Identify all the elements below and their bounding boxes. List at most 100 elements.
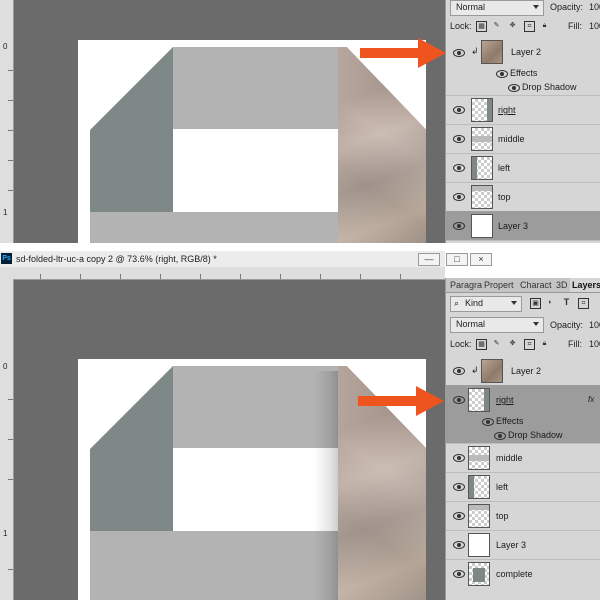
- top-layer-row-layer-3[interactable]: Layer 3: [446, 211, 600, 241]
- tab-paragraph[interactable]: Paragra: [448, 278, 484, 292]
- eye-icon[interactable]: [496, 70, 508, 78]
- bottom-complete-thumbnail: [468, 562, 490, 586]
- top-right-name[interactable]: right: [498, 105, 516, 115]
- top-fill-value[interactable]: 100: [589, 21, 600, 31]
- lock-move-icon[interactable]: ✥: [508, 21, 517, 30]
- bottom-opacity-label: Opacity:: [550, 320, 584, 330]
- bottom-right-name[interactable]: right: [496, 395, 514, 405]
- minimize-button[interactable]: —: [418, 253, 440, 266]
- bottom-top-name[interactable]: top: [496, 511, 509, 521]
- top-drop-shadow-label[interactable]: Drop Shadow: [522, 82, 577, 92]
- eye-icon[interactable]: [453, 164, 465, 172]
- bottom-kind-filter-dropdown[interactable]: ⌕ Kind: [450, 296, 522, 312]
- tab-properties[interactable]: Propert: [482, 278, 516, 292]
- top-effects-label[interactable]: Effects: [510, 68, 537, 78]
- eye-icon[interactable]: [453, 396, 465, 404]
- eye-icon[interactable]: [453, 541, 465, 549]
- top-lock-label: Lock:: [450, 21, 472, 31]
- eye-icon[interactable]: [453, 106, 465, 114]
- eye-icon[interactable]: [453, 49, 465, 57]
- eye-icon[interactable]: [494, 432, 506, 440]
- adjust-filter-icon[interactable]: ◐: [546, 298, 555, 307]
- bottom-top-thumbnail: [468, 504, 490, 528]
- eye-icon[interactable]: [453, 135, 465, 143]
- top-top-name[interactable]: top: [498, 192, 511, 202]
- top-pointer-arrow: [360, 38, 446, 68]
- pixel-filter-icon[interactable]: ▣: [530, 298, 541, 309]
- chain-link-icon: ↲: [471, 365, 479, 375]
- type-filter-icon[interactable]: T: [562, 298, 571, 307]
- top-left-name[interactable]: left: [498, 163, 510, 173]
- eye-icon[interactable]: [453, 512, 465, 520]
- bottom-blend-mode-dropdown[interactable]: Normal: [450, 317, 544, 333]
- maximize-button[interactable]: □: [446, 253, 468, 266]
- bottom-complete-name[interactable]: complete: [496, 569, 533, 579]
- top-document-canvas[interactable]: [78, 40, 426, 243]
- bottom-vertical-ruler: 0 1: [0, 279, 14, 600]
- top-layer-3-name[interactable]: Layer 3: [498, 221, 528, 231]
- bottom-effects-label[interactable]: Effects: [496, 416, 523, 426]
- top-layer-2-name[interactable]: Layer 2: [511, 47, 541, 57]
- eye-icon[interactable]: [508, 84, 520, 92]
- bottom-opacity-value[interactable]: 100: [589, 320, 600, 330]
- bottom-layer-row-layer-2[interactable]: ↲ Layer 2: [446, 356, 600, 386]
- top-layer-row-top[interactable]: top: [446, 182, 600, 212]
- bottom-fill-value[interactable]: 100: [589, 339, 600, 349]
- lock-transparency-icon[interactable]: ▦: [476, 21, 487, 32]
- top-right-thumbnail: [471, 98, 493, 122]
- top-left-fold-shape: [90, 47, 173, 212]
- top-layer-row-layer-2[interactable]: ↲ Layer 2 Effects Drop Shadow: [446, 35, 600, 96]
- eye-icon[interactable]: [482, 418, 494, 426]
- bottom-drop-shadow-label[interactable]: Drop Shadow: [508, 430, 563, 440]
- lock-paint-icon[interactable]: ✎: [492, 339, 501, 348]
- bottom-layer-row-left[interactable]: left: [446, 472, 600, 502]
- top-blend-mode-dropdown[interactable]: Normal: [450, 0, 544, 16]
- eye-icon[interactable]: [453, 222, 465, 230]
- bottom-layer-row-right[interactable]: right fx Effects Drop Shadow: [446, 385, 600, 444]
- tab-layers[interactable]: Layers: [570, 278, 600, 292]
- bottom-left-name[interactable]: left: [496, 482, 508, 492]
- top-top-thumbnail: [471, 185, 493, 209]
- eye-icon[interactable]: [453, 193, 465, 201]
- separator: [0, 243, 600, 251]
- bottom-layer-row-complete[interactable]: complete: [446, 559, 600, 588]
- eye-icon[interactable]: [453, 367, 465, 375]
- bottom-left-thumbnail: [468, 475, 490, 499]
- bottom-layer-row-middle[interactable]: middle: [446, 443, 600, 473]
- bottom-pointer-arrow: [358, 386, 444, 416]
- bottom-middle-name[interactable]: middle: [496, 453, 523, 463]
- bottom-layer-3-name[interactable]: Layer 3: [496, 540, 526, 550]
- top-ruler-mark-1: 1: [3, 208, 8, 217]
- top-layer-row-right[interactable]: right: [446, 95, 600, 125]
- bottom-panel-tabs: Paragra Propert Charact 3D Layers: [446, 278, 600, 293]
- top-opacity-label: Opacity:: [550, 2, 584, 12]
- top-blend-mode-value: Normal: [456, 2, 486, 12]
- close-button[interactable]: ×: [470, 253, 492, 266]
- fx-icon: fx: [588, 395, 595, 404]
- top-middle-name[interactable]: middle: [498, 134, 525, 144]
- tab-3d[interactable]: 3D: [554, 278, 570, 292]
- eye-icon[interactable]: [453, 454, 465, 462]
- chain-link-icon: ↲: [471, 46, 479, 56]
- top-layer-row-left[interactable]: left: [446, 153, 600, 183]
- tab-character[interactable]: Charact: [518, 278, 554, 292]
- shape-filter-icon[interactable]: ⌗: [578, 298, 589, 309]
- lock-move-icon[interactable]: ✥: [508, 339, 517, 348]
- bottom-layer-row-layer-3[interactable]: Layer 3: [446, 530, 600, 560]
- bottom-layer-2-name[interactable]: Layer 2: [511, 366, 541, 376]
- eye-icon[interactable]: [453, 483, 465, 491]
- lock-artboard-icon[interactable]: ⌗: [524, 339, 535, 350]
- bottom-layer-row-top[interactable]: top: [446, 501, 600, 531]
- bottom-left-fold-shape: [90, 366, 173, 531]
- lock-all-icon[interactable]: 🔒︎: [540, 21, 549, 30]
- lock-all-icon[interactable]: 🔒︎: [540, 339, 549, 348]
- top-opacity-value[interactable]: 100: [589, 2, 600, 12]
- top-layer-row-middle[interactable]: middle: [446, 124, 600, 154]
- bottom-layer-2-thumbnail: [481, 359, 503, 383]
- top-vertical-ruler: 0 1: [0, 0, 14, 243]
- eye-icon[interactable]: [453, 570, 465, 578]
- lock-transparency-icon[interactable]: ▦: [476, 339, 487, 350]
- lock-paint-icon[interactable]: ✎: [492, 21, 501, 30]
- lock-artboard-icon[interactable]: ⌗: [524, 21, 535, 32]
- bottom-bottom-panel: [90, 531, 343, 600]
